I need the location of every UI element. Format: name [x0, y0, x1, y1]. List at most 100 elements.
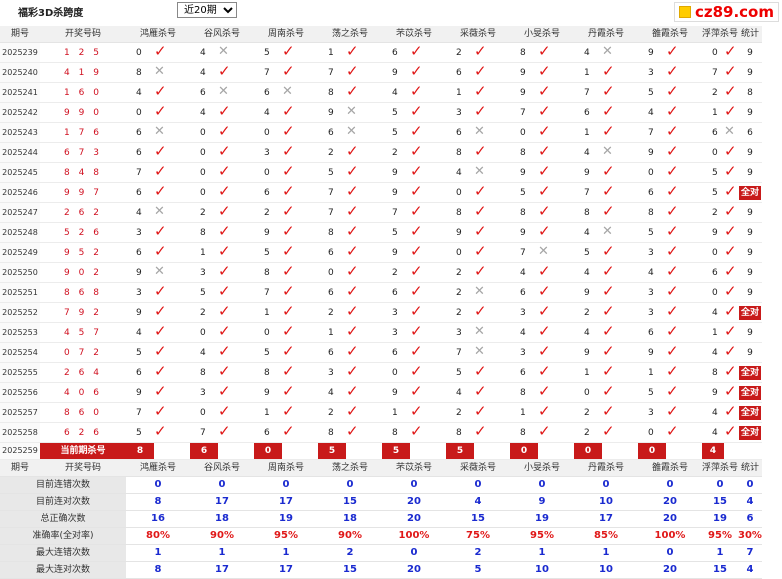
table-row: 2025247 2 6 2 4 ✕ 2 ✓ 2 ✓ 7 ✓ 7 ✓ 8 ✓ 8 ✓ 8 ✓ 8 ✓ 2 ✓ 9: [0, 202, 762, 223]
kill-number-cell: 8: [190, 222, 218, 243]
draw-number-cell: 9 5 2: [40, 242, 126, 263]
check-icon: ✓: [474, 182, 510, 203]
check-icon: ✓: [724, 362, 739, 383]
kill-number-cell: 3: [638, 402, 666, 423]
kill-number-cell: 8: [446, 142, 474, 163]
check-icon: ✓: [666, 62, 702, 83]
header-draw-number: 开奖号码: [40, 459, 126, 477]
cross-icon: ✕: [474, 162, 510, 183]
check-icon: ✓: [724, 142, 739, 163]
kill-number-cell: 6: [318, 122, 346, 143]
kill-number-cell: 7: [446, 342, 474, 363]
kill-number-cell: 0: [510, 122, 538, 143]
table-row: 2025248 5 2 6 3 ✓ 8 ✓ 9 ✓ 8 ✓ 5 ✓ 9 ✓ 9 ✓ 4 ✕ 5 ✓ 9 ✓ 9: [0, 222, 762, 243]
kill-number-cell: 9: [510, 62, 538, 83]
kill-number-cell: 3: [638, 282, 666, 303]
check-icon: ✓: [218, 402, 254, 423]
stats-value: 2: [318, 544, 382, 562]
check-icon: ✓: [154, 282, 190, 303]
check-icon: ✓: [538, 42, 574, 63]
check-icon: ✓: [666, 82, 702, 103]
stats-value: 8: [126, 561, 190, 579]
kill-number-cell: 6: [126, 362, 154, 383]
check-icon: ✓: [154, 422, 190, 443]
kill-number-cell: 6: [254, 82, 282, 103]
kill-number-cell: 7: [254, 282, 282, 303]
check-icon: ✓: [154, 182, 190, 203]
kill-number-cell: 2: [574, 422, 602, 443]
check-icon: ✓: [346, 202, 382, 223]
kill-number-cell: 1: [702, 102, 724, 123]
check-icon: ✓: [410, 182, 446, 203]
header-kill-1: 鸿雁杀号: [126, 26, 190, 43]
check-icon: ✓: [154, 162, 190, 183]
check-icon: ✓: [666, 342, 702, 363]
header-draw-number: 开奖号码: [40, 26, 126, 43]
check-icon: ✓: [410, 62, 446, 83]
kill-number-cell: 8: [574, 202, 602, 223]
stats-total: 4: [738, 493, 762, 511]
check-icon: ✓: [474, 242, 510, 263]
draw-number-cell: 9 9 0: [40, 102, 126, 123]
check-icon: ✓: [538, 162, 574, 183]
stats-value: 1: [254, 544, 318, 562]
kill-number-cell: 0: [446, 242, 474, 263]
check-icon: ✓: [410, 82, 446, 103]
check-icon: ✓: [346, 42, 382, 63]
check-icon: ✓: [666, 382, 702, 403]
check-icon: ✓: [666, 402, 702, 423]
kill-number-cell: 0: [638, 162, 666, 183]
kill-number-cell: 3: [382, 302, 410, 323]
stats-value: 95%: [510, 527, 574, 545]
kill-number-cell: 8: [510, 42, 538, 63]
check-icon: ✓: [602, 362, 638, 383]
check-icon: ✓: [410, 102, 446, 123]
all-correct-badge: 全对: [738, 365, 761, 380]
kill-number-cell: 2: [446, 42, 474, 63]
stats-value: 0: [254, 476, 318, 494]
kill-number-cell: 8: [702, 362, 724, 383]
stats-value: 20: [638, 493, 702, 511]
spacer-cell: [346, 442, 382, 460]
check-icon: ✓: [282, 242, 318, 263]
check-icon: ✓: [282, 362, 318, 383]
check-icon: ✓: [474, 362, 510, 383]
row-stat-cell: 全对: [738, 362, 762, 383]
stats-value: 17: [574, 510, 638, 528]
kill-number-cell: 5: [126, 422, 154, 443]
kill-number-cell: 4: [510, 262, 538, 283]
period-cell: 2025253: [0, 322, 40, 343]
check-icon: ✓: [282, 122, 318, 143]
current-kill-value: 4: [702, 442, 724, 460]
kill-number-cell: 0: [126, 102, 154, 123]
spacer-cell: [602, 442, 638, 460]
kill-number-cell: 2: [446, 402, 474, 423]
kill-number-cell: 2: [574, 302, 602, 323]
cross-icon: ✕: [154, 202, 190, 223]
stats-label: 总正确次数: [0, 510, 126, 528]
current-period-row: 2025259 当前期杀号 8 6 0 5 5 5 0 0 0 4: [0, 442, 762, 460]
stats-total: 4: [738, 561, 762, 579]
check-icon: ✓: [474, 62, 510, 83]
stats-label: 目前连错次数: [0, 476, 126, 494]
current-kill-value: 5: [446, 442, 474, 460]
row-stat-cell: 9: [738, 102, 762, 123]
site-logo[interactable]: cz89.com: [673, 2, 779, 22]
row-stat-cell: 全对: [738, 422, 762, 443]
check-icon: ✓: [346, 282, 382, 303]
stats-value: 15: [702, 561, 739, 579]
period-cell: 2025255: [0, 362, 40, 383]
kill-number-cell: 4: [574, 322, 602, 343]
stats-value: 1: [126, 544, 190, 562]
stats-value: 15: [318, 561, 382, 579]
header-kill-7: 小旻杀号: [510, 26, 574, 43]
check-icon: ✓: [346, 342, 382, 363]
check-icon: ✓: [346, 82, 382, 103]
kill-number-cell: 8: [318, 422, 346, 443]
stats-value: 4: [446, 493, 510, 511]
table-row: 2025244 6 7 3 6 ✓ 0 ✓ 3 ✓ 2 ✓ 2 ✓ 8 ✓ 8 ✓ 4 ✕ 9 ✓ 0 ✓ 9: [0, 142, 762, 163]
kill-number-cell: 0: [702, 42, 724, 63]
period-cell: 2025250: [0, 262, 40, 283]
period-select[interactable]: 近20期: [177, 2, 237, 18]
table-row: 2025255 2 6 4 6 ✓ 8 ✓ 8 ✓ 3 ✓ 0 ✓ 5 ✓ 6 ✓ 1 ✓ 1 ✓ 8 ✓ 全对: [0, 362, 762, 383]
